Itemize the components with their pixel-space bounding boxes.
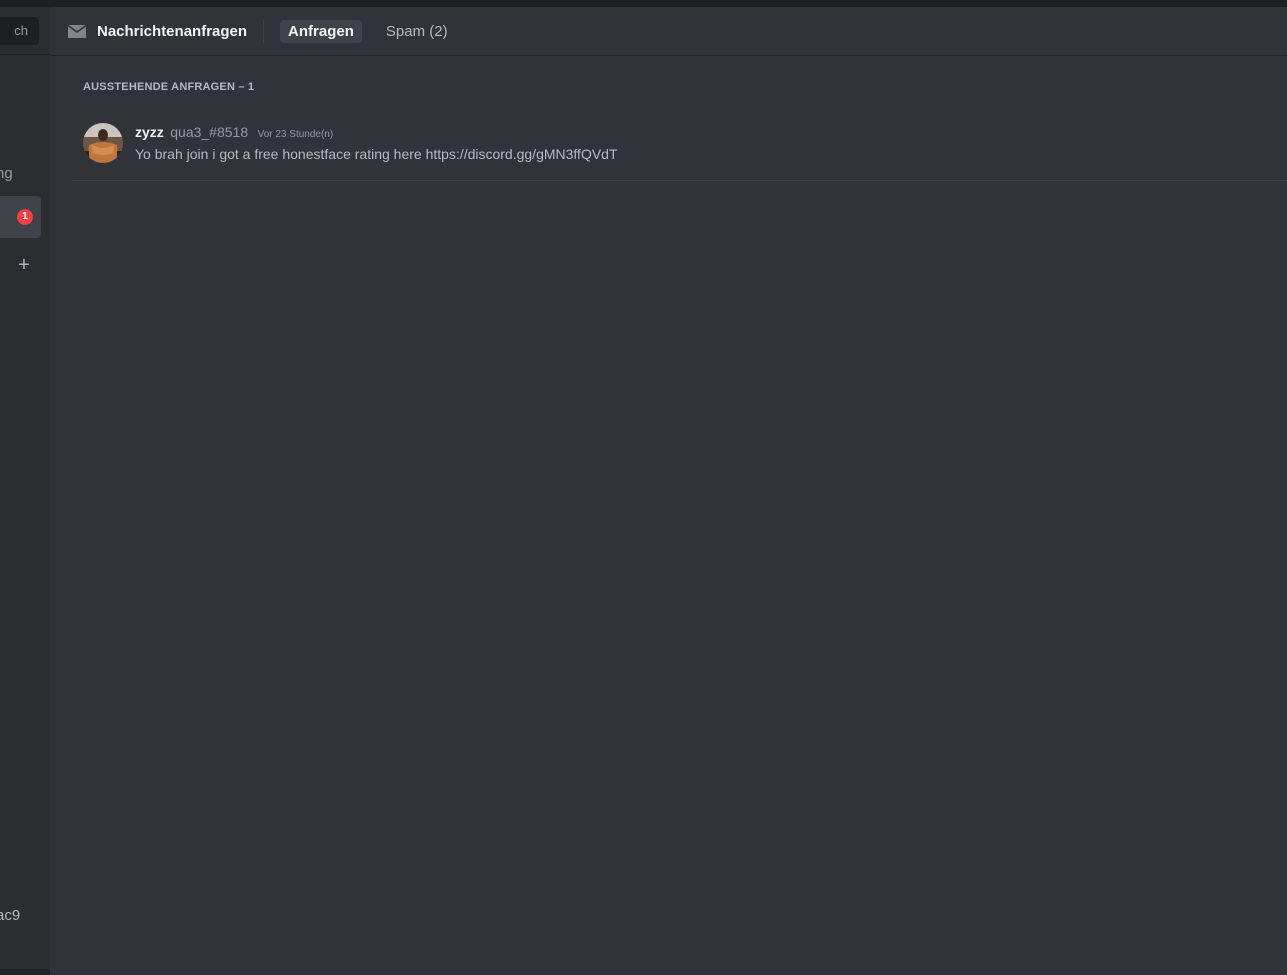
search-input[interactable]: ch [0, 17, 39, 45]
notification-badge: 1 [17, 209, 33, 225]
dm-sidebar: ch ng . 1 + ac9 [0, 7, 50, 975]
tab-spam[interactable]: Spam (2) [378, 20, 456, 43]
header-divider [263, 19, 265, 43]
timestamp: Vor 23 Stunde(n) [257, 129, 334, 140]
main-content: AUSSTEHENDE ANFRAGEN – 1 zyzz qua3_#8518… [50, 57, 1287, 975]
add-dm-icon[interactable]: + [15, 255, 33, 275]
user-panel-edge [0, 969, 50, 975]
mail-icon [67, 24, 87, 38]
display-name[interactable]: zyzz [135, 124, 164, 140]
page-header: Nachrichtenanfragen Anfragen Spam (2) [50, 7, 1287, 56]
sidebar-divider [0, 54, 50, 55]
sidebar-item-partial[interactable]: ng [0, 165, 13, 182]
request-header: zyzz qua3_#8518 Vor 23 Stunde(n) [135, 124, 333, 142]
tab-requests[interactable]: Anfragen [280, 19, 362, 43]
message-preview: Yo brah join i got a free honestface rat… [135, 146, 618, 162]
user-avatar[interactable] [83, 123, 123, 163]
user-panel-name[interactable]: ac9 [0, 907, 20, 924]
window-top-bar [0, 0, 1287, 7]
username: qua3_#8518 [170, 124, 249, 140]
page-title: Nachrichtenanfragen [97, 22, 248, 40]
avatar-image [83, 123, 123, 163]
section-title: AUSSTEHENDE ANFRAGEN – 1 [83, 81, 255, 93]
message-request-row[interactable]: zyzz qua3_#8518 Vor 23 Stunde(n) Yo brah… [72, 112, 1287, 181]
